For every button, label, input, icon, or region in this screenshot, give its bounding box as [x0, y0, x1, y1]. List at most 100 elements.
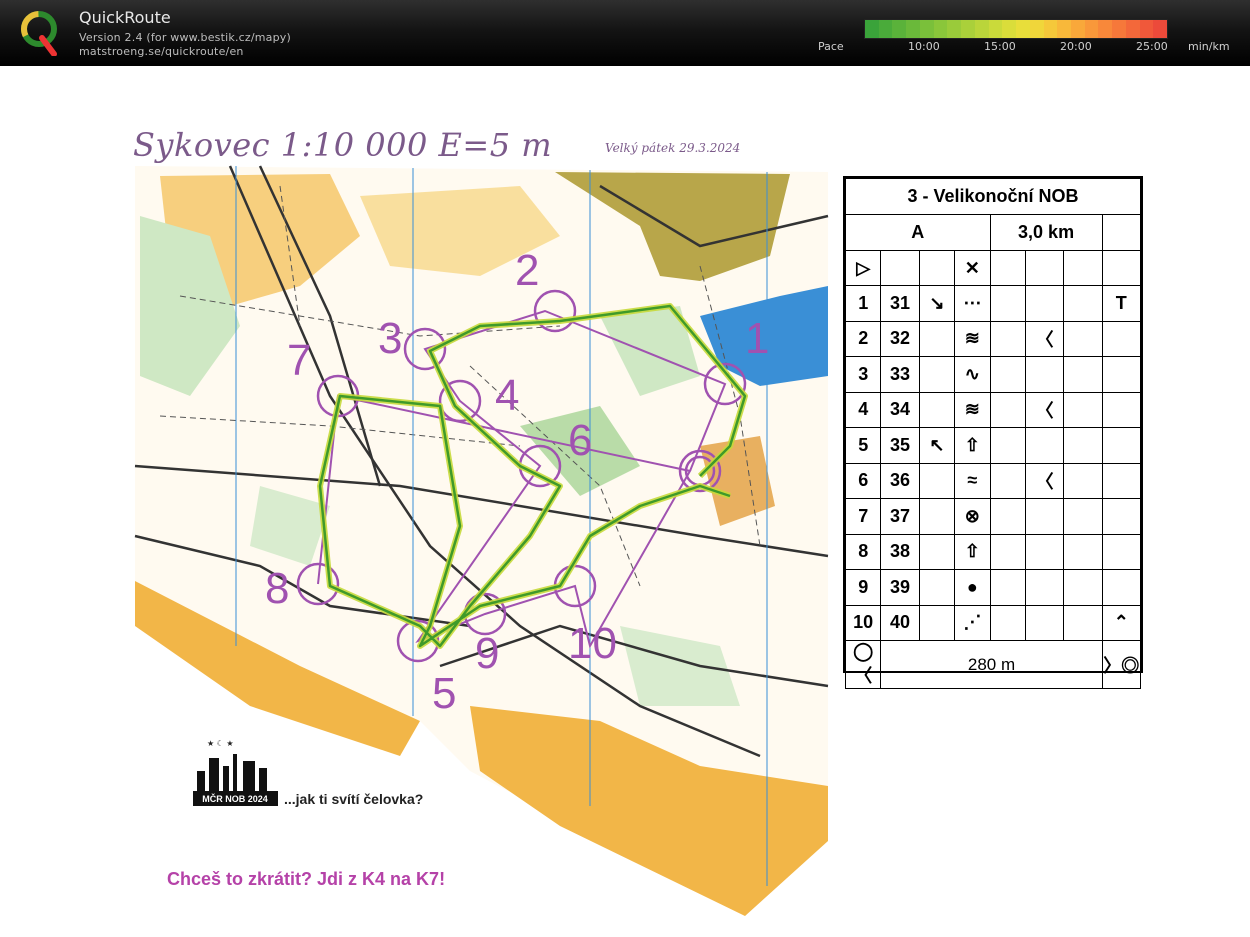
- control-number-4: 4: [495, 371, 520, 420]
- control-appearance-icon: [1024, 498, 1065, 535]
- control-row: 7 37 ⊗: [844, 498, 1142, 535]
- control-feature-icon: ∿: [954, 356, 991, 393]
- control-number-6: 6: [568, 416, 593, 465]
- course-climb: [1101, 214, 1142, 251]
- pace-color-segment: [1071, 20, 1085, 38]
- control-direction: [918, 533, 956, 570]
- control-code: 31: [880, 285, 920, 322]
- control-appearance-icon: [1024, 427, 1065, 464]
- control-direction: [918, 320, 956, 357]
- control-number-3: 3: [378, 314, 403, 363]
- pace-color-segment: [1043, 20, 1058, 38]
- pace-color-segment: [961, 20, 975, 38]
- event-logo-icon: ★ ☾ ★ MČR NOB 2024: [193, 739, 278, 806]
- pace-color-segment: [1098, 20, 1113, 38]
- control-seq: 10: [844, 604, 882, 641]
- start-feature-cross-icon: ✕: [954, 250, 991, 286]
- event-logo-label: MČR NOB 2024: [202, 793, 268, 804]
- control-direction: ↘: [918, 285, 956, 322]
- pace-color-segment: [1153, 20, 1168, 38]
- course-length: 3,0 km: [989, 214, 1103, 251]
- course-title: 3 - Velikonoční NOB: [845, 178, 1141, 215]
- control-code: 35: [880, 427, 920, 464]
- pace-color-segment: [865, 20, 879, 38]
- control-feature-icon: ≋: [954, 320, 991, 357]
- pace-color-segment: [1139, 20, 1154, 38]
- app-subtitle: Version 2.4 (for www.bestik.cz/mapy) mat…: [79, 31, 291, 59]
- pace-color-bar: [864, 19, 1168, 39]
- control-number-10: 10: [568, 619, 617, 668]
- control-code: 40: [880, 604, 920, 641]
- control-row: 9 39 ●: [844, 569, 1142, 606]
- control-number-8: 8: [265, 564, 290, 613]
- control-appearance-icon: 〈: [1024, 391, 1065, 428]
- finish-funnel-start-icon: ◯〈: [844, 640, 882, 689]
- control-description-table: 3 - Velikonoční NOB A 3,0 km ▷ ✕ 1 31 ↘ ⋯ T 2…: [844, 178, 1142, 689]
- svg-text:★ ☾ ★: ★ ☾ ★: [207, 739, 234, 748]
- pace-color-segment: [1057, 20, 1072, 38]
- control-code: 38: [880, 533, 920, 570]
- event-slogan: ...jak ti svítí čelovka?: [284, 791, 424, 807]
- map-canvas[interactable]: Sykovec 1:10 000 E=5 m Velký pátek 29.3.…: [0, 66, 1250, 937]
- control-code: 33: [880, 356, 920, 393]
- app-version: Version 2.4 (for www.bestik.cz/mapy): [79, 31, 292, 44]
- control-row: 4 34 ≋ 〈: [844, 391, 1142, 428]
- pace-tick-25: 25:00: [1136, 40, 1168, 53]
- control-code: 39: [880, 569, 920, 606]
- control-detail-icon: [1101, 498, 1142, 535]
- control-row: 5 35 ↖ ⇧: [844, 427, 1142, 464]
- control-detail-icon: [1101, 391, 1142, 428]
- pace-label: Pace: [818, 40, 844, 53]
- control-appearance-icon: [1024, 569, 1065, 606]
- pace-tick-10: 10:00: [908, 40, 940, 53]
- control-detail-icon: [1101, 427, 1142, 464]
- pace-color-segment: [1084, 20, 1099, 38]
- control-detail-icon: ⌃: [1101, 604, 1142, 641]
- control-seq: 2: [844, 320, 882, 357]
- pace-color-segment: [974, 20, 989, 38]
- pace-color-segment: [906, 20, 920, 38]
- control-direction: [918, 498, 956, 535]
- course-class: A: [845, 214, 991, 251]
- pace-unit: min/km: [1188, 40, 1230, 53]
- control-appearance-icon: [1024, 285, 1065, 322]
- pace-color-segment: [988, 20, 1003, 38]
- pace-color-segment: [1016, 20, 1030, 38]
- pace-tick-20: 20:00: [1060, 40, 1092, 53]
- control-feature-icon: ●: [954, 569, 991, 606]
- control-feature-icon: ≈: [954, 462, 991, 499]
- control-feature-icon: ⇧: [954, 427, 991, 464]
- control-number-2: 2: [515, 246, 540, 295]
- control-code: 36: [880, 462, 920, 499]
- control-feature-icon: ⊗: [954, 498, 991, 535]
- control-seq: 7: [844, 498, 882, 535]
- control-direction: ↖: [918, 427, 956, 464]
- control-number-1: 1: [745, 314, 770, 363]
- control-seq: 9: [844, 569, 882, 606]
- control-seq: 4: [844, 391, 882, 428]
- control-description-sheet: 3 - Velikonoční NOB A 3,0 km ▷ ✕ 1 31 ↘ ⋯ T 2…: [843, 176, 1143, 689]
- pace-color-segment: [919, 20, 934, 38]
- control-feature-icon: ⇧: [954, 533, 991, 570]
- control-seq: 1: [844, 285, 882, 322]
- pace-color-segment: [933, 20, 948, 38]
- control-detail-icon: T: [1101, 285, 1142, 322]
- control-appearance-icon: [1024, 533, 1065, 570]
- pace-color-segment: [1029, 20, 1044, 38]
- app-url: matstroeng.se/quickroute/en: [79, 45, 244, 58]
- control-number-7: 7: [287, 336, 312, 385]
- control-appearance-icon: [1024, 604, 1065, 641]
- control-direction: [918, 356, 956, 393]
- pace-color-segment: [1002, 20, 1017, 38]
- pace-color-segment: [878, 20, 893, 38]
- finish-circle-icon: 〉◎: [1101, 640, 1142, 689]
- control-seq: 6: [844, 462, 882, 499]
- control-detail-icon: [1101, 320, 1142, 357]
- control-detail-icon: [1101, 533, 1142, 570]
- control-feature-icon: ⋰: [954, 604, 991, 641]
- pace-color-segment: [1125, 20, 1140, 38]
- pace-color-segment: [892, 20, 907, 38]
- control-appearance-icon: [1024, 356, 1065, 393]
- control-code: 34: [880, 391, 920, 428]
- control-feature-icon: ⋯: [954, 285, 991, 322]
